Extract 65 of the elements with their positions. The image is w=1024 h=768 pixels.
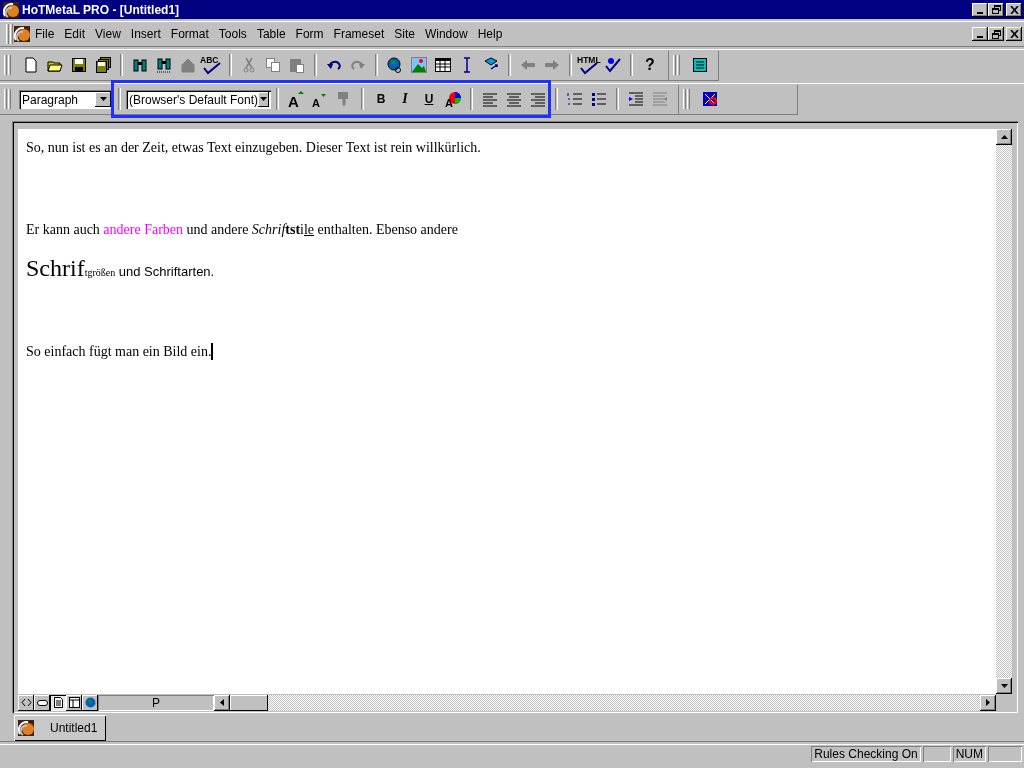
menu-item[interactable]: Form: [290, 27, 329, 41]
binoculars-icon[interactable]: [156, 57, 172, 73]
window-title: HoTMetaL PRO - [Untitled1]: [22, 2, 181, 17]
minimize-button[interactable]: [972, 27, 988, 41]
new-file-icon[interactable]: [23, 57, 39, 73]
menu-item[interactable]: View: [90, 27, 126, 41]
menu-item[interactable]: Help: [472, 27, 508, 41]
scroll-right-button[interactable]: [980, 694, 996, 711]
scroll-up-icon[interactable]: [1000, 135, 1008, 139]
toolbar-grip[interactable]: [673, 55, 680, 75]
bullet-list-icon[interactable]: [591, 91, 607, 107]
document-paragraph: So einfach fügt man ein Bild ein.: [26, 343, 215, 360]
menu-item[interactable]: Edit: [59, 27, 91, 41]
numbered-list-icon[interactable]: [567, 91, 583, 107]
align-center-icon[interactable]: [506, 91, 522, 107]
help-button[interactable]: ?: [638, 54, 662, 76]
document-paragraph: So, nun ist es an der Zeit, etwas Text einzugeben. Dieser Text ist rein willkürlich.: [26, 139, 482, 156]
italic-button[interactable]: I: [393, 88, 417, 110]
globe-icon[interactable]: [387, 57, 403, 73]
menu-item[interactable]: Site: [389, 27, 420, 41]
dropdown-arrow-icon[interactable]: [99, 97, 107, 101]
toolbar-grip[interactable]: [4, 89, 11, 109]
dropdown-field[interactable]: (Browser's Default Font): [126, 89, 271, 109]
dropdown-field[interactable]: Paragraph: [19, 89, 113, 109]
scroll-thumb[interactable]: [230, 694, 268, 711]
document-paragraph: Schriftgrößen und Schriftarten.: [26, 260, 216, 281]
empty-status-panel: [988, 746, 1022, 762]
underline-button[interactable]: U: [417, 88, 441, 110]
bold-button[interactable]: B: [369, 88, 393, 110]
menu-item[interactable]: Frameset: [328, 27, 390, 41]
document-tab[interactable]: Untitled1: [14, 715, 106, 741]
element-path-field: P: [98, 694, 214, 711]
check-icon[interactable]: [605, 57, 621, 73]
menu-item[interactable]: Table: [251, 27, 291, 41]
empty-status-panel: [922, 746, 951, 762]
dropdown-arrow-icon[interactable]: [260, 97, 267, 101]
vertical-scrollbar[interactable]: [996, 129, 1012, 694]
app-logo-icon: [14, 26, 30, 42]
scroll-left-icon[interactable]: [220, 699, 224, 706]
scroll-right-icon[interactable]: [986, 699, 990, 706]
app-logo-icon: [18, 720, 34, 736]
scroll-left-button[interactable]: [214, 694, 230, 711]
status-panel: Rules Checking On: [811, 746, 921, 762]
document-paragraph: Er kann auch andere Farben und andere Schriftstile enthalten. Ebenso andere: [26, 221, 459, 238]
menu-item[interactable]: Insert: [125, 27, 166, 41]
paint-bucket-icon[interactable]: [483, 57, 499, 73]
table-icon[interactable]: [435, 57, 451, 73]
binoculars-icon[interactable]: [132, 57, 148, 73]
align-right-icon[interactable]: [530, 91, 546, 107]
menu-item[interactable]: Tools: [213, 27, 252, 41]
minimize-button[interactable]: [972, 2, 988, 17]
toolbar-grip[interactable]: [4, 55, 11, 75]
indent-icon[interactable]: [628, 91, 644, 107]
toolbar-grip[interactable]: [6, 24, 13, 44]
menu-item[interactable]: Format: [165, 27, 214, 41]
special-character-icon[interactable]: [702, 91, 718, 107]
floppy-disks-icon[interactable]: [95, 57, 111, 73]
toolbar-grip[interactable]: [683, 89, 690, 109]
image-icon[interactable]: [411, 57, 427, 73]
align-left-icon[interactable]: [482, 91, 498, 107]
document-list-icon[interactable]: [692, 57, 708, 73]
status-panel: NUM: [952, 746, 986, 762]
menu-item[interactable]: File: [30, 27, 60, 41]
scroll-down-icon[interactable]: [1000, 684, 1008, 688]
menu-item[interactable]: Window: [419, 27, 473, 41]
